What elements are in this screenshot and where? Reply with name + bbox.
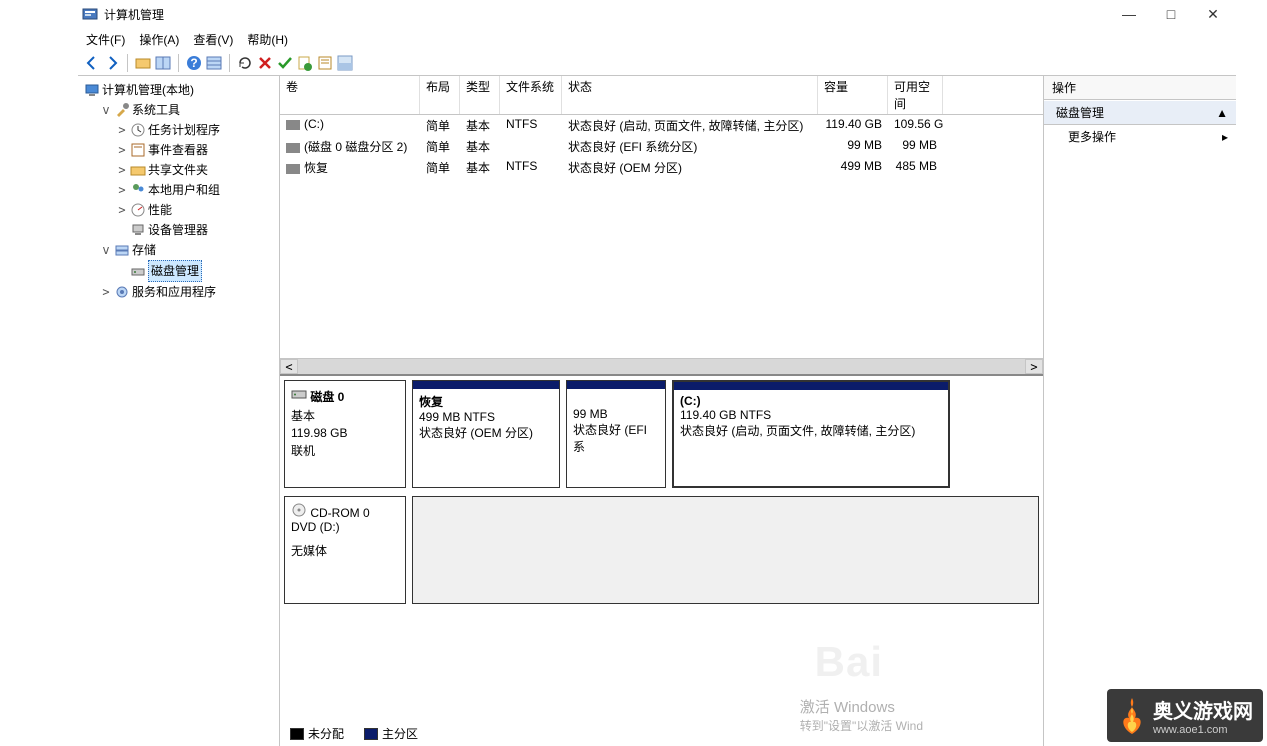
- log-icon: [130, 142, 146, 158]
- actions-header: 操作: [1044, 76, 1236, 100]
- tree-local-users[interactable]: >本地用户和组: [116, 180, 277, 200]
- cd-icon: [291, 503, 307, 517]
- titlebar: 计算机管理 — □ ✕: [78, 0, 1236, 28]
- tree-event-viewer[interactable]: >事件查看器: [116, 140, 277, 160]
- help-icon[interactable]: ?: [186, 55, 202, 71]
- back-icon[interactable]: [84, 55, 100, 71]
- collapse-triangle-icon: ▲: [1216, 106, 1228, 120]
- close-button[interactable]: ✕: [1206, 7, 1220, 21]
- hdd-icon: [291, 387, 307, 401]
- app-icon: [82, 6, 98, 22]
- flame-icon: [1117, 696, 1147, 736]
- tree-device-manager[interactable]: 设备管理器: [116, 220, 277, 240]
- forward-icon[interactable]: [104, 55, 120, 71]
- cdrom-empty-area: [412, 496, 1039, 604]
- col-header-status[interactable]: 状态: [562, 76, 818, 114]
- clock-icon: [130, 122, 146, 138]
- share-icon: [130, 162, 146, 178]
- baidu-watermark: Bai: [815, 638, 883, 686]
- tree-system-tools[interactable]: v 系统工具: [100, 100, 277, 120]
- windows-activation-watermark: 激活 Windows 转到"设置"以激活 Wind: [800, 696, 923, 734]
- actions-context[interactable]: 磁盘管理 ▲: [1044, 100, 1236, 125]
- partition-legend: 未分配 主分区: [290, 725, 418, 742]
- perf-icon: [130, 202, 146, 218]
- window-title: 计算机管理: [104, 6, 164, 23]
- col-header-free[interactable]: 可用空间: [888, 76, 943, 114]
- col-header-layout[interactable]: 布局: [420, 76, 460, 114]
- disk0-block: 磁盘 0 基本 119.98 GB 联机 恢复499 MB NTFS状态良好 (…: [284, 380, 1039, 488]
- menubar: 文件(F) 操作(A) 查看(V) 帮助(H): [78, 28, 1236, 51]
- tools-icon: [114, 102, 130, 118]
- col-header-type[interactable]: 类型: [460, 76, 500, 114]
- disk0-info[interactable]: 磁盘 0 基本 119.98 GB 联机: [284, 380, 406, 488]
- cdrom-info[interactable]: CD-ROM 0 DVD (D:) 无媒体: [284, 496, 406, 604]
- horizontal-scrollbar[interactable]: < >: [280, 358, 1043, 374]
- volume-header-row: 卷 布局 类型 文件系统 状态 容量 可用空间: [280, 76, 1043, 115]
- users-icon: [130, 182, 146, 198]
- device-icon: [130, 222, 146, 238]
- computer-icon: [84, 82, 100, 98]
- menu-action[interactable]: 操作(A): [139, 31, 179, 48]
- volume-row[interactable]: (磁盘 0 磁盘分区 2)简单基本状态良好 (EFI 系统分区)99 MB99 …: [280, 136, 1043, 157]
- cdrom-block: CD-ROM 0 DVD (D:) 无媒体: [284, 496, 1039, 604]
- svg-text:?: ?: [190, 56, 197, 70]
- list-icon[interactable]: [206, 55, 222, 71]
- scroll-right-icon[interactable]: >: [1025, 359, 1043, 374]
- expand-icon[interactable]: >: [116, 140, 128, 160]
- volume-row[interactable]: 恢复简单基本NTFS状态良好 (OEM 分区)499 MB485 MB: [280, 157, 1043, 178]
- navigation-tree: 计算机管理(本地) v 系统工具 >任务计划程序 >事件查看器 >共享文件夹 >: [78, 76, 280, 746]
- actions-more[interactable]: 更多操作 ▸: [1044, 125, 1236, 148]
- tree-shared-folders[interactable]: >共享文件夹: [116, 160, 277, 180]
- legend-primary-swatch: [364, 728, 378, 740]
- toolbar: ?: [78, 51, 1236, 76]
- expand-icon[interactable]: >: [116, 160, 128, 180]
- menu-help[interactable]: 帮助(H): [247, 31, 288, 48]
- expand-icon[interactable]: >: [116, 200, 128, 220]
- volume-list: 卷 布局 类型 文件系统 状态 容量 可用空间 (C:)简单基本NTFS状态良好…: [280, 76, 1043, 376]
- partition-block[interactable]: 恢复499 MB NTFS状态良好 (OEM 分区): [412, 380, 560, 488]
- volume-row[interactable]: (C:)简单基本NTFS状态良好 (启动, 页面文件, 故障转储, 主分区)11…: [280, 115, 1043, 136]
- storage-icon: [114, 242, 130, 258]
- scroll-track[interactable]: [298, 359, 1025, 374]
- col-header-capacity[interactable]: 容量: [818, 76, 888, 114]
- expand-icon[interactable]: >: [116, 180, 128, 200]
- tree-task-scheduler[interactable]: >任务计划程序: [116, 120, 277, 140]
- menu-file[interactable]: 文件(F): [86, 31, 125, 48]
- brand-name: 奥义游戏网: [1153, 695, 1253, 724]
- tree-services-apps[interactable]: > 服务和应用程序: [100, 282, 277, 302]
- toggle-icon[interactable]: [337, 55, 353, 71]
- collapse-icon[interactable]: v: [100, 240, 112, 260]
- brand-url: www.aoe1.com: [1153, 724, 1253, 736]
- site-brand-overlay: 奥义游戏网 www.aoe1.com: [1107, 689, 1263, 742]
- partition-block[interactable]: (C:)119.40 GB NTFS状态良好 (启动, 页面文件, 故障转储, …: [672, 380, 950, 488]
- services-icon: [114, 284, 130, 300]
- scroll-left-icon[interactable]: <: [280, 359, 298, 374]
- collapse-icon[interactable]: v: [100, 100, 112, 120]
- disk-icon: [130, 263, 146, 279]
- maximize-button[interactable]: □: [1164, 7, 1178, 21]
- delete-icon[interactable]: [257, 55, 273, 71]
- menu-view[interactable]: 查看(V): [193, 31, 233, 48]
- expand-icon[interactable]: >: [116, 120, 128, 140]
- main-content: 卷 布局 类型 文件系统 状态 容量 可用空间 (C:)简单基本NTFS状态良好…: [280, 76, 1044, 746]
- properties-icon[interactable]: [317, 55, 333, 71]
- check-icon[interactable]: [277, 55, 293, 71]
- col-header-filesystem[interactable]: 文件系统: [500, 76, 562, 114]
- submenu-arrow-icon: ▸: [1222, 130, 1228, 144]
- expand-icon[interactable]: >: [100, 282, 112, 302]
- folder-icon[interactable]: [135, 55, 151, 71]
- tree-root[interactable]: 计算机管理(本地): [84, 80, 277, 100]
- new-icon[interactable]: [297, 55, 313, 71]
- legend-unallocated-swatch: [290, 728, 304, 740]
- panes-icon[interactable]: [155, 55, 171, 71]
- tree-disk-management[interactable]: 磁盘管理: [116, 260, 277, 282]
- col-header-volume[interactable]: 卷: [280, 76, 420, 114]
- partition-block[interactable]: 99 MB状态良好 (EFI 系: [566, 380, 666, 488]
- disk-graphical-view: 磁盘 0 基本 119.98 GB 联机 恢复499 MB NTFS状态良好 (…: [280, 376, 1043, 746]
- tree-storage[interactable]: v 存储: [100, 240, 277, 260]
- actions-pane: 操作 磁盘管理 ▲ 更多操作 ▸: [1044, 76, 1236, 746]
- refresh-icon[interactable]: [237, 55, 253, 71]
- tree-performance[interactable]: >性能: [116, 200, 277, 220]
- minimize-button[interactable]: —: [1122, 7, 1136, 21]
